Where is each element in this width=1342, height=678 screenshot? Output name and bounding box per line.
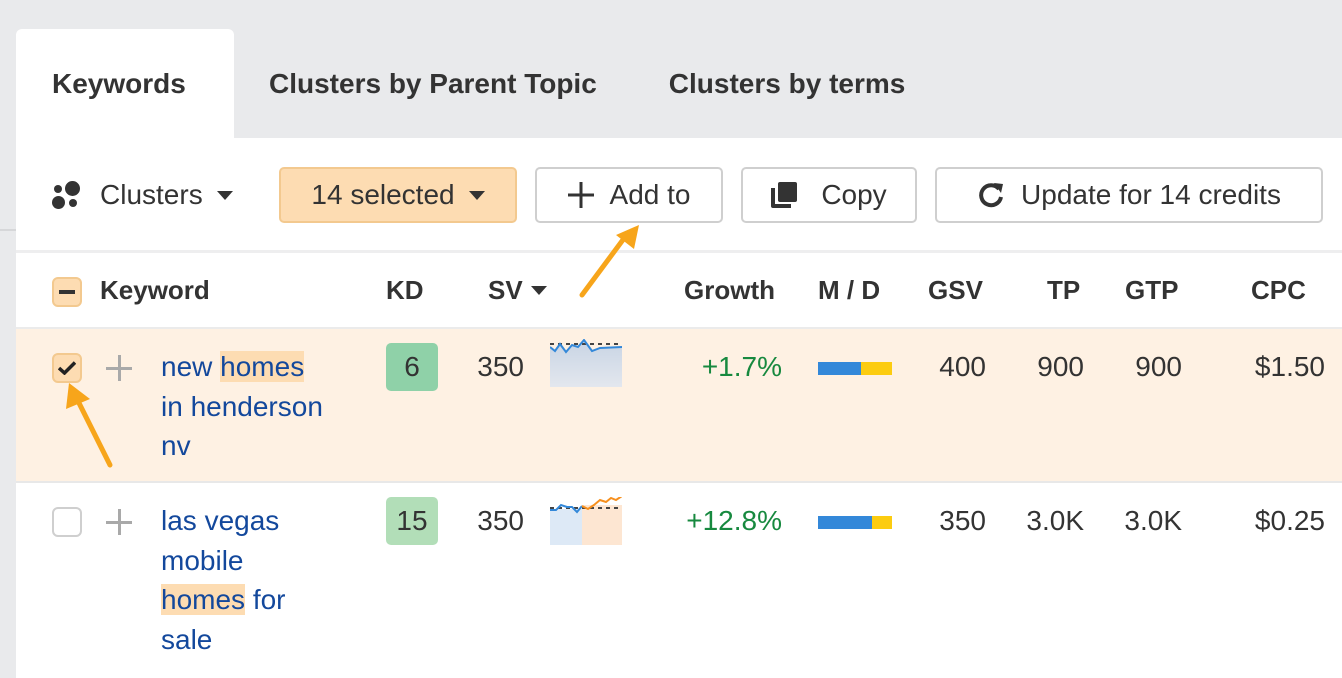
growth-value: +12.8% — [686, 505, 782, 536]
tp-value: 3.0K — [1026, 505, 1084, 536]
trend-sparkline — [550, 339, 622, 387]
mobile-desktop-bar — [818, 362, 892, 375]
clusters-icon — [52, 181, 82, 209]
copy-label: Copy — [821, 179, 887, 210]
table-row: las vegas mobile homes for sale 15 350 +… — [16, 483, 1342, 678]
sv-value: 350 — [477, 351, 524, 382]
tab-clusters-by-terms[interactable]: Clusters by terms — [633, 29, 942, 139]
selected-label: 14 selected — [311, 179, 455, 210]
add-keyword-icon[interactable] — [106, 509, 132, 535]
update-label: Update for 14 credits — [1021, 179, 1281, 210]
kd-badge: 6 — [386, 343, 438, 391]
row-checkbox[interactable] — [52, 507, 82, 537]
keyword-text: in henderson — [161, 390, 323, 422]
toolbar: Clusters 14 selected Add to Copy Update … — [16, 138, 1342, 250]
tab-keywords[interactable]: Keywords — [16, 29, 234, 139]
sv-value: 350 — [477, 505, 524, 536]
keyword-text: new — [161, 351, 221, 382]
add-to-label: Add to — [609, 179, 691, 210]
column-gtp[interactable]: GTP — [1125, 275, 1178, 306]
tab-bar: Keywords Clusters by Parent Topic Cluste… — [16, 29, 941, 139]
column-growth[interactable]: Growth — [684, 275, 775, 306]
sparkline-area-forecast — [582, 505, 622, 545]
keyword-highlight: homes — [161, 584, 246, 615]
minus-icon — [59, 290, 75, 294]
keyword-text: mobile — [161, 544, 244, 576]
keyword-text: for — [245, 584, 286, 615]
copy-icon — [771, 182, 798, 208]
keyword-text: las vegas — [161, 505, 280, 536]
tp-value: 900 — [1037, 351, 1084, 382]
checkmark-icon — [58, 361, 76, 375]
table-header: Keyword KD SV Growth M / D GSV TP GTP CP… — [16, 250, 1342, 328]
gsv-value: 350 — [939, 505, 986, 536]
growth-value: +1.7% — [701, 351, 782, 382]
keyword-link[interactable]: new homes in henderson nv — [161, 347, 361, 466]
table-row: new homes in henderson nv 6 350 +1.7% 40… — [16, 327, 1342, 483]
select-all-checkbox[interactable] — [52, 277, 82, 307]
cpc-value: $0.25 — [1254, 505, 1325, 536]
plus-icon — [567, 182, 594, 208]
annotation-arrow-icon — [66, 383, 113, 468]
mobile-share — [818, 516, 873, 529]
column-sv-label: SV — [488, 275, 523, 305]
divider-line — [0, 229, 16, 231]
gtp-value: 900 — [1135, 351, 1182, 382]
sparkline-area-past — [550, 509, 582, 545]
column-tp[interactable]: TP — [1047, 275, 1080, 306]
column-kd[interactable]: KD — [386, 275, 424, 306]
cpc-value: $1.50 — [1254, 351, 1325, 382]
mobile-share — [818, 362, 861, 375]
trend-sparkline — [550, 497, 622, 545]
keyword-link[interactable]: las vegas mobile homes for sale — [161, 501, 361, 659]
keywords-panel: Clusters 14 selected Add to Copy Update … — [16, 138, 1342, 678]
kd-badge: 15 — [386, 497, 438, 545]
mobile-desktop-bar — [818, 516, 892, 529]
column-md[interactable]: M / D — [818, 275, 880, 306]
chevron-down-icon — [216, 190, 233, 200]
sort-desc-icon — [530, 286, 547, 295]
refresh-icon — [977, 181, 1005, 209]
gtp-value: 3.0K — [1124, 505, 1182, 536]
keyword-highlight: homes — [220, 351, 305, 382]
column-keyword[interactable]: Keyword — [100, 275, 210, 306]
gsv-value: 400 — [939, 351, 986, 382]
chevron-down-icon — [468, 190, 485, 200]
desktop-share — [872, 516, 892, 529]
keyword-text: sale — [161, 623, 213, 655]
copy-button[interactable]: Copy — [741, 167, 917, 223]
clusters-dropdown[interactable]: Clusters — [52, 168, 233, 222]
column-cpc[interactable]: CPC — [1251, 275, 1306, 306]
selected-dropdown[interactable]: 14 selected — [279, 167, 517, 223]
update-button[interactable]: Update for 14 credits — [935, 167, 1323, 223]
column-gsv[interactable]: GSV — [928, 275, 983, 306]
column-sv[interactable]: SV — [488, 275, 547, 306]
annotation-arrow-icon — [579, 225, 639, 298]
clusters-label: Clusters — [100, 179, 203, 210]
desktop-share — [860, 362, 892, 375]
keyword-text: nv — [161, 430, 191, 461]
tab-clusters-by-parent-topic[interactable]: Clusters by Parent Topic — [234, 29, 633, 139]
